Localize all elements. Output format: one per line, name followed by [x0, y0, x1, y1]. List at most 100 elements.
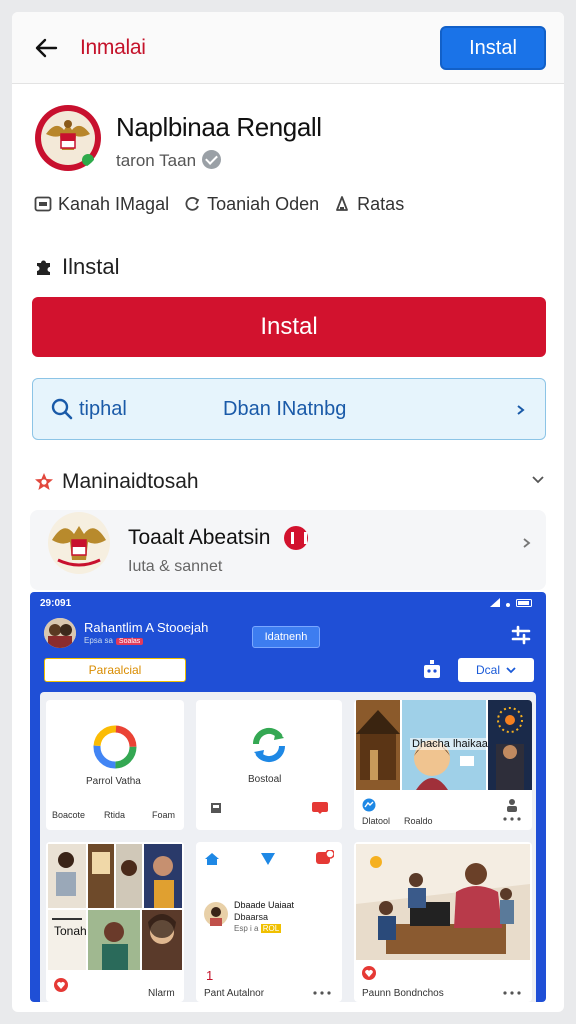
tile-caption: Bostoal: [248, 774, 282, 785]
search-label: tiphal: [79, 398, 127, 420]
profile-line3-text: Esp i a: [234, 924, 259, 933]
meta-item-rating[interactable]: Toaniah Oden: [183, 194, 319, 215]
send-icon: [261, 853, 275, 865]
chevron-right-icon: [517, 405, 525, 415]
app-developer[interactable]: taron Taan: [116, 150, 222, 171]
tile-footer-1: Boacote: [52, 810, 86, 820]
star-badge-icon: [35, 473, 53, 490]
heart-icon: [54, 978, 68, 992]
tile-footer: Paunn Bondnchos: [362, 988, 444, 999]
photo-fireworks: [488, 700, 532, 790]
profile-line3: Esp i a ROL: [234, 924, 282, 933]
inner-dropdown-label: Dcal: [475, 663, 500, 677]
tile-footer-3: Foam: [152, 810, 176, 820]
more-icon[interactable]: [502, 990, 522, 996]
inner-avatar: [44, 618, 76, 648]
heart-icon: [362, 966, 376, 980]
related-emblem-icon: [48, 512, 110, 574]
top-bar: Inmalai Instal: [12, 12, 564, 84]
notification-badge-icon: [316, 850, 334, 864]
meta-item-category[interactable]: Kanah IMagal: [34, 194, 169, 215]
signal-icon: [490, 598, 500, 607]
home-icon: [205, 853, 219, 865]
more-icon[interactable]: [312, 990, 332, 996]
header-install-button[interactable]: Instal: [440, 26, 546, 70]
profile-number: 1: [206, 968, 214, 983]
tile-footer: Pant Autalnor: [204, 988, 265, 999]
section-title: Ilnstal: [62, 254, 120, 279]
inner-tab[interactable]: Paraalcial: [44, 658, 186, 682]
profile-name: Dbaade Uaiaat: [234, 900, 295, 910]
more-icon[interactable]: [502, 816, 522, 822]
developer-name: taron Taan: [116, 151, 197, 170]
inner-pill-button[interactable]: Idatnenh: [252, 626, 320, 648]
inner-grid: Parrol Vatha Boacote Rtida Foam Bostoal: [40, 692, 536, 1002]
person-icon: [336, 196, 349, 211]
meta-label: Toaniah Oden: [207, 193, 320, 214]
app-meta-row: Kanah IMagal Toaniah Oden Ratas: [34, 192, 418, 216]
settings-sliders-icon[interactable]: [510, 624, 532, 646]
section-install-heading: Ilnstal: [34, 254, 119, 280]
app-header: Naplbinaa Rengall taron Taan: [34, 104, 546, 184]
inner-tile-gallery[interactable]: Dhacha lhaikaat Dlatool Roaldo: [354, 700, 532, 830]
print-icon: [211, 803, 221, 813]
tile-footer-2: Roaldo: [404, 816, 433, 826]
sync-icon: [252, 727, 286, 763]
inner-subtitle-badge: Soalas: [115, 638, 144, 645]
tile-footer-1: Dlatool: [362, 816, 391, 826]
photos-ring-icon: [93, 725, 137, 769]
person-badge-icon: [507, 799, 517, 812]
photo-collage: [46, 842, 184, 976]
profile-badge: ROL: [260, 924, 282, 933]
inner-tile-sync[interactable]: Bostoal: [196, 700, 342, 830]
search-value: Dban INatnbg: [223, 398, 347, 420]
pause-badge-icon: [284, 526, 309, 550]
verified-icon: [202, 150, 222, 169]
inner-subtitle: Epsa sa Soalas: [84, 636, 144, 645]
app-install-page: Inmalai Instal Naplbinaa Rengall taron T…: [12, 12, 564, 1012]
inner-tile-classroom[interactable]: Paunn Bondnchos: [354, 842, 532, 1002]
related-app-card[interactable]: Toaalt Abeatsin Iuta & sannet: [30, 510, 546, 590]
meta-label: Ratas: [357, 193, 405, 214]
box-icon: [34, 196, 52, 212]
related-app-subtitle: Iuta & sannet: [128, 558, 223, 575]
inner-tile-photos[interactable]: Parrol Vatha Boacote Rtida Foam: [46, 700, 184, 830]
app-name: Naplbinaa Rengall: [116, 112, 322, 142]
chevron-down-icon[interactable]: [530, 472, 546, 488]
puzzle-icon: [37, 260, 50, 275]
search-bar[interactable]: tiphal Dban INatnbg: [32, 378, 546, 440]
photo-house: [356, 700, 400, 790]
inner-tile-collage[interactable]: Tonah Nlarm: [46, 842, 184, 1002]
related-app-title: Toaalt Abeatsin: [128, 526, 309, 550]
back-arrow-icon[interactable]: [32, 34, 60, 62]
meta-item-age[interactable]: Ratas: [333, 194, 404, 215]
profile-avatar: [204, 902, 228, 926]
app-emblem-icon: [35, 105, 101, 171]
meta-label: Kanah IMagal: [58, 193, 170, 214]
primary-install-button[interactable]: Instal: [32, 297, 546, 357]
search-icon: [51, 398, 73, 420]
section-more-heading[interactable]: Maninaidtosah: [34, 468, 546, 496]
inner-title: Rahantlim A Stooejah: [84, 620, 209, 635]
brand-title: Inmalai: [80, 36, 146, 59]
refresh-icon: [185, 196, 200, 211]
robot-icon[interactable]: [420, 658, 444, 682]
tile-caption: Parrol Vatha: [86, 776, 141, 787]
inner-tile-profile[interactable]: Dbaade Uaiaat Dbaarsa Esp i a ROL 1 Pant…: [196, 842, 342, 1002]
tile-caption: Dhacha lhaikaat: [410, 738, 493, 750]
profile-line2: Dbaarsa: [234, 912, 269, 922]
chevron-right-icon: [523, 538, 531, 548]
flag-icon: [312, 802, 328, 814]
chevron-down-icon: [506, 667, 516, 674]
messenger-icon: [362, 798, 376, 812]
inner-subtitle-text: Epsa sa: [84, 636, 113, 645]
wifi-icon: [506, 602, 510, 607]
status-time: 29:091: [40, 598, 72, 609]
battery-icon: [516, 598, 532, 607]
section-title: Maninaidtosah: [62, 470, 199, 493]
app-screenshot-preview[interactable]: 29:091 Rahantlim A Stooejah Epsa sa Soala…: [30, 592, 546, 1002]
tile-footer-2: Rtida: [104, 810, 126, 820]
tile-footer: Nlarm: [148, 988, 175, 999]
status-icons: [490, 598, 534, 607]
inner-dropdown[interactable]: Dcal: [458, 658, 534, 682]
